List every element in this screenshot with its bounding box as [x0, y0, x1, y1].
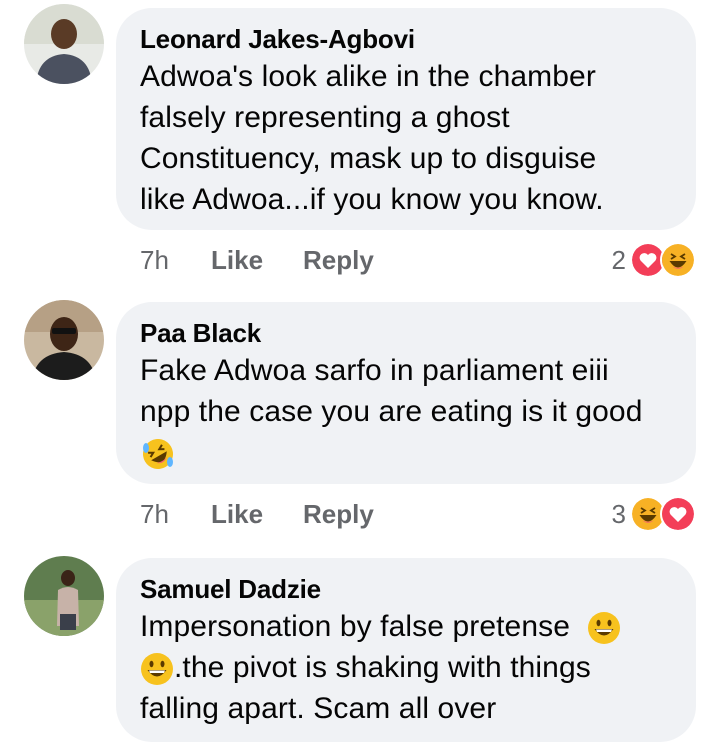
- avatar[interactable]: [24, 556, 104, 636]
- grinning-emoji: [587, 612, 620, 645]
- reply-button[interactable]: Reply: [303, 240, 374, 280]
- reply-button[interactable]: Reply: [303, 494, 374, 534]
- comment-actions: 7h Like Reply 3: [116, 494, 696, 534]
- comment-timestamp[interactable]: 7h: [140, 494, 169, 534]
- reaction-summary[interactable]: 3: [612, 494, 696, 534]
- comment-author[interactable]: Samuel Dadzie: [140, 572, 672, 606]
- comment-text-line: npp the case you are eating is it good: [140, 395, 643, 428]
- comment-text-line: falling apart. Scam all over: [140, 692, 497, 725]
- comment-timestamp[interactable]: 7h: [140, 240, 169, 280]
- love-icon: [660, 496, 696, 532]
- rolling-laughing-emoji: [143, 439, 173, 470]
- comment-text-line: falsely representing a ghost: [140, 101, 510, 134]
- grinning-emoji: [141, 653, 173, 686]
- comment-text-line: Impersonation by false pretense: [140, 606, 672, 647]
- comment-text-line: like Adwoa...if you know you know.: [140, 183, 604, 216]
- comment-text-line: Constituency, mask up to disguise: [140, 142, 597, 175]
- reaction-count: 3: [611, 498, 626, 529]
- reaction-count: 2: [611, 244, 626, 275]
- like-button[interactable]: Like: [211, 240, 263, 280]
- haha-icon: [660, 242, 696, 278]
- comment-text-line: Fake Adwoa sarfo in parliament eiii: [140, 354, 609, 387]
- reaction-summary[interactable]: 2: [612, 240, 696, 280]
- avatar[interactable]: [24, 300, 104, 380]
- comment-author[interactable]: Paa Black: [140, 316, 672, 350]
- comment-emoji-line: [140, 432, 672, 473]
- comment-actions: 7h Like Reply 2: [116, 240, 696, 280]
- comment-author[interactable]: Leonard Jakes-Agbovi: [140, 22, 672, 56]
- comment-text-line: Adwoa's look alike in the chamber: [140, 60, 596, 93]
- avatar[interactable]: [24, 4, 104, 84]
- comment-bubble: Paa Black Fake Adwoa sarfo in parliament…: [116, 302, 696, 484]
- comment-text-segment: Impersonation by false pretense: [140, 610, 571, 643]
- comment-text-line: .the pivot is shaking with things: [140, 647, 672, 688]
- like-button[interactable]: Like: [211, 494, 263, 534]
- comment-bubble: Samuel Dadzie Impersonation by false pre…: [116, 558, 696, 742]
- comment-text-segment: .the pivot is shaking with things: [174, 651, 591, 684]
- comment-bubble: Leonard Jakes-Agbovi Adwoa's look alike …: [116, 8, 696, 230]
